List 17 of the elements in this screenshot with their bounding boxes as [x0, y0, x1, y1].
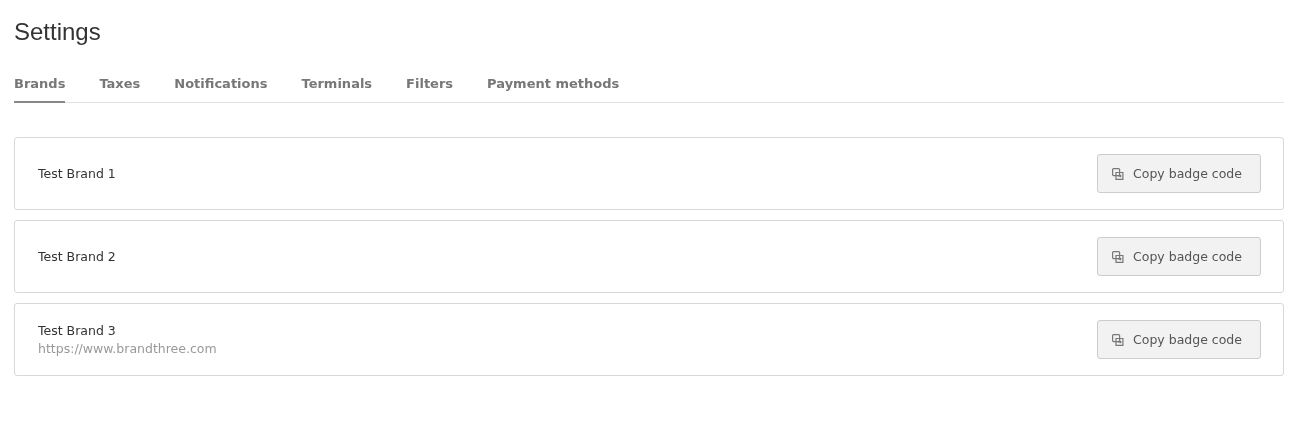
tab[interactable]: Taxes [99, 76, 141, 103]
copy-badge-button[interactable]: Copy badge code [1097, 154, 1261, 193]
copy-icon [1112, 167, 1125, 180]
brand-url: https://www.brandthree.com [38, 341, 217, 356]
tab[interactable]: Payment methods [487, 76, 620, 103]
tab[interactable]: Brands [14, 76, 66, 103]
brand-name: Test Brand 2 [38, 249, 116, 264]
page-title: Settings [14, 17, 102, 47]
copy-badge-button[interactable]: Copy badge code [1097, 237, 1261, 276]
tab[interactable]: Notifications [174, 76, 268, 103]
brand-name: Test Brand 1 [38, 166, 116, 181]
copy-icon [1112, 333, 1125, 346]
tab[interactable]: Filters [406, 76, 454, 103]
tab[interactable]: Terminals [301, 76, 373, 103]
copy-badge-button[interactable]: Copy badge code [1097, 320, 1261, 359]
copy-icon [1112, 250, 1125, 263]
brand-name: Test Brand 3 [38, 323, 117, 338]
